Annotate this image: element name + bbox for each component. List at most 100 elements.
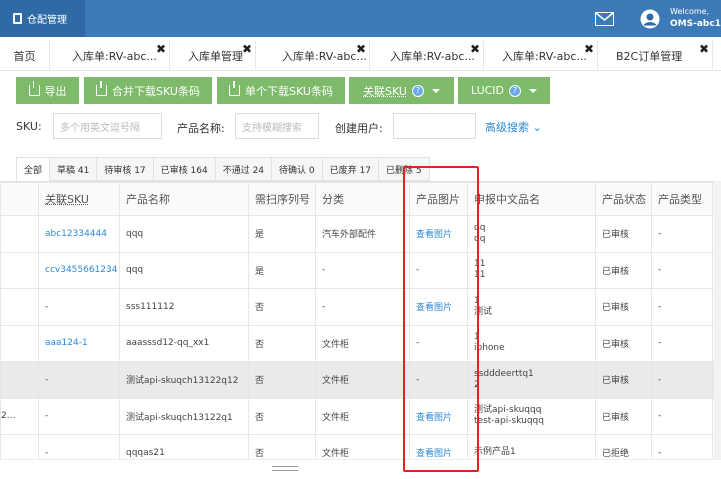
status-tab-deleted[interactable]: 已删除 5 <box>378 157 430 181</box>
scan-serial-cell: 否 <box>248 324 316 362</box>
product-image-cell[interactable]: 查看图片 <box>409 215 468 253</box>
category-cell: 文件柜 <box>315 361 410 399</box>
decl-name-en: 11 <box>474 270 486 281</box>
header-decl-name: 申报中文品名 <box>467 182 596 216</box>
linked-sku-cell: - <box>38 361 120 399</box>
tab-label: 入库单:RV-abc... <box>282 50 367 63</box>
chevron-down-icon <box>431 88 440 93</box>
creator-label: 创建用户: <box>335 122 383 135</box>
status-tab-approved[interactable]: 已审核 164 <box>153 157 216 181</box>
merge-download-sku-button[interactable]: 合并下载SKU条码 <box>84 77 212 104</box>
tab-inbound-4[interactable]: 入库单:RV-abc... ✖ <box>484 41 598 71</box>
status-tab-label: 已审核 164 <box>160 165 208 176</box>
header-type: 产品类型 <box>651 182 713 216</box>
resize-handle[interactable] <box>272 466 298 471</box>
status-tab-label: 不通过 24 <box>222 165 265 176</box>
linked-sku-cell[interactable]: ccv3455661234 <box>38 251 120 289</box>
product-image-cell[interactable]: 查看图片 <box>409 288 468 326</box>
decl-name-cn: 示例产品1 <box>474 447 516 458</box>
product-table: 关联SKU 产品名称 需扫序列号 分类 产品图片 申报中文品名 产品状态 产品类… <box>0 181 721 459</box>
user-avatar-icon[interactable] <box>640 9 660 29</box>
bottom-bar <box>0 459 721 479</box>
tab-inbound-1[interactable]: 入库单:RV-abc... ✖ <box>50 41 170 71</box>
close-icon[interactable]: ✖ <box>584 43 594 55</box>
decl-name-cell: 1 测试 <box>467 288 596 326</box>
status-tabs: 全部 草稿 41 待审核 17 已审核 164 不通过 24 待确认 0 已废弃… <box>16 157 430 181</box>
status-tab-label: 待确认 0 <box>279 165 315 176</box>
product-image-cell[interactable]: 查看图片 <box>409 434 468 459</box>
table-row[interactable]: - sss111112 否 - 查看图片 1 测试 已审核 - <box>0 288 721 326</box>
vertical-scrollbar[interactable] <box>714 181 721 459</box>
type-cell: - <box>651 361 713 399</box>
status-tab-label: 待审核 17 <box>104 165 146 176</box>
table-row[interactable]: 2... - 测试api-skuqch13122q1 否文件柜 查看图片 测试api-sk… <box>0 397 721 435</box>
category-cell: 汽车外部配件 <box>315 215 410 253</box>
link-sku-dropdown[interactable]: 关联SKU? <box>349 77 454 104</box>
table-row[interactable]: aaa124-1 aaasssd12-qq_xx1 否文件柜 -1 iphone 已审核 - <box>0 324 721 362</box>
status-tab-pending[interactable]: 待审核 17 <box>97 157 154 181</box>
header-product-name: 产品名称 <box>119 182 249 216</box>
welcome-text[interactable]: Welcome, OMS-abc1 <box>670 6 721 30</box>
product-name-cell: 测试api-skuqch13122q1 <box>119 397 249 435</box>
row-left-cell <box>0 361 39 399</box>
table-row[interactable]: - 测试api-skuqch13122q12 否文件柜 - ssdddeerttq1 2 已… <box>0 361 721 399</box>
header-product-image: 产品图片 <box>409 182 468 216</box>
status-tab-discarded[interactable]: 已废弃 17 <box>322 157 379 181</box>
tab-label: 首页 <box>13 50 36 63</box>
download-icon <box>96 81 108 96</box>
tab-b2c-orders[interactable]: B2C订单管理 ✖ <box>598 41 713 71</box>
decl-name-cn: 1 <box>474 295 480 306</box>
username: OMS-abc1 <box>670 19 721 29</box>
tab-inbound-manage[interactable]: 入库单管理 ✖ <box>170 41 256 71</box>
sku-search-input[interactable]: 多个用英文逗号隔 <box>53 113 162 139</box>
single-download-label: 单个下载SKU条码 <box>245 84 333 98</box>
status-tab-to-confirm[interactable]: 待确认 0 <box>272 157 323 181</box>
status-tab-draft[interactable]: 草稿 41 <box>50 157 98 181</box>
page-tabs: 首页 入库单:RV-abc... ✖ 入库单管理 ✖ 入库单:RV-abc... ✖ … <box>0 41 721 71</box>
mail-icon[interactable] <box>595 11 614 26</box>
table-row[interactable]: ccv3455661234 qqq 是 - -11 11 已审核 - <box>0 251 721 289</box>
lucid-label: LUCID <box>470 84 505 97</box>
tab-inbound-3[interactable]: 入库单:RV-abc... ✖ <box>370 41 484 71</box>
product-name-input[interactable]: 支持模糊搜索 <box>235 113 319 139</box>
advanced-search-link[interactable]: 高级搜索 ⌄ <box>485 119 542 135</box>
close-icon[interactable]: ✖ <box>356 43 366 55</box>
type-cell: - <box>651 397 713 435</box>
close-icon[interactable]: ✖ <box>156 43 166 55</box>
tab-label: 入库单:RV-abc... <box>390 50 475 63</box>
status-tab-rejected[interactable]: 不通过 24 <box>215 157 273 181</box>
category-cell: 文件柜 <box>315 434 410 459</box>
decl-name-cn: 1 <box>474 332 480 343</box>
brand[interactable]: 仓配管理 <box>0 0 85 37</box>
table-row[interactable]: - qqqas21 否文件柜 查看图片 示例产品1 已拒绝 - <box>0 434 721 459</box>
lucid-dropdown[interactable]: LUCID? <box>458 77 550 104</box>
tab-home[interactable]: 首页 <box>0 41 50 71</box>
decl-name-cn: ssdddeerttq1 <box>474 368 534 379</box>
tab-inbound-2[interactable]: 入库单:RV-abc... ✖ <box>256 41 370 71</box>
product-name-cell: qqq <box>119 251 249 289</box>
status-cell: 已审核 <box>595 251 652 289</box>
help-icon[interactable]: ? <box>411 84 424 97</box>
close-icon[interactable]: ✖ <box>242 43 252 55</box>
close-icon[interactable]: ✖ <box>470 43 480 55</box>
status-tab-all[interactable]: 全部 <box>16 157 51 181</box>
table-row[interactable]: abc12334444 qqq 是汽车外部配件 查看图片 qq qq 已审核 - <box>0 215 721 253</box>
linked-sku-cell[interactable]: abc12334444 <box>38 215 120 253</box>
scan-serial-cell: 是 <box>248 215 316 253</box>
chevron-down-icon <box>529 88 538 93</box>
status-tab-label: 草稿 41 <box>57 165 90 176</box>
decl-name-cn: 测试api-skuqqq <box>474 405 542 416</box>
linked-sku-cell: - <box>38 397 120 435</box>
decl-name-cell: ssdddeerttq1 2 <box>467 361 596 399</box>
header-linked-sku[interactable]: 关联SKU <box>38 182 120 216</box>
creator-input[interactable] <box>393 113 476 139</box>
category-cell: - <box>315 288 410 326</box>
welcome-label: Welcome, <box>670 7 710 16</box>
product-image-cell[interactable]: 查看图片 <box>409 397 468 435</box>
close-icon[interactable]: ✖ <box>699 43 709 55</box>
single-download-sku-button[interactable]: 单个下载SKU条码 <box>217 77 345 104</box>
linked-sku-cell[interactable]: aaa124-1 <box>38 324 120 362</box>
decl-name-cn: qq <box>474 222 486 233</box>
help-icon[interactable]: ? <box>509 84 522 97</box>
export-button[interactable]: 导出 <box>16 77 79 104</box>
